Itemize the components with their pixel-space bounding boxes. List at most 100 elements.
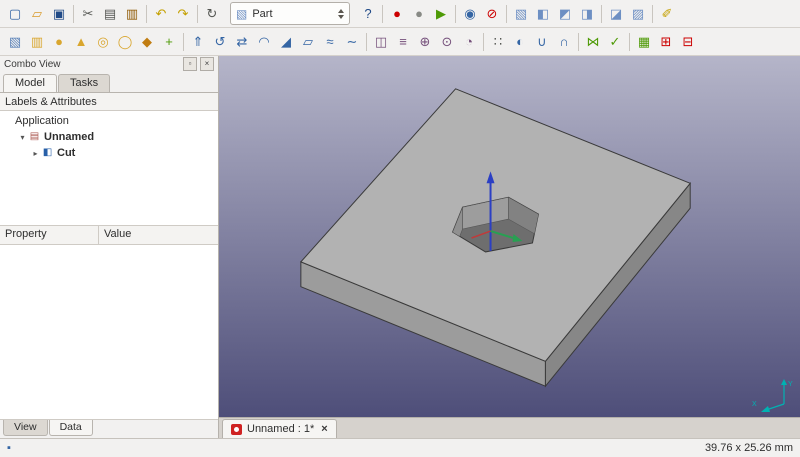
- tab-model[interactable]: Model: [3, 74, 57, 92]
- view-right-button[interactable]: ◨: [576, 3, 598, 25]
- extrude-button[interactable]: ⇑: [187, 31, 209, 53]
- workbench-icon: ▧: [236, 8, 247, 20]
- boolean-intersection-icon: ∩: [559, 35, 568, 48]
- macro-stop-icon: ●: [415, 7, 423, 20]
- view-left-button[interactable]: ▨: [627, 3, 649, 25]
- cut-button[interactable]: ✂: [77, 3, 99, 25]
- part-tube-button[interactable]: ◯: [114, 31, 136, 53]
- part-box-icon: ▧: [9, 35, 21, 48]
- ruled-surface-button[interactable]: ▱: [297, 31, 319, 53]
- cut-icon: ✂: [83, 7, 94, 20]
- redo-button[interactable]: ↷: [172, 3, 194, 25]
- refresh-button[interactable]: ↻: [201, 3, 223, 25]
- tree-item-unnamed[interactable]: ▾▤Unnamed: [0, 129, 218, 145]
- toolbar-separator: [578, 33, 579, 51]
- draw-style-button[interactable]: ⊘: [481, 3, 503, 25]
- property-table-body: [0, 245, 218, 419]
- attachment-button[interactable]: ⊞: [655, 31, 677, 53]
- value-column-header[interactable]: Value: [99, 226, 218, 244]
- combo-view-titlebar: Combo View ▫ ×: [0, 56, 218, 72]
- combo-spinner[interactable]: [338, 9, 344, 19]
- cross-sections-button[interactable]: ≡: [392, 31, 414, 53]
- workbench-selector[interactable]: ▧ Part: [230, 2, 350, 25]
- combo-view-tabs: Model Tasks: [0, 72, 218, 93]
- section-button[interactable]: ◫: [370, 31, 392, 53]
- toolbar-separator: [146, 5, 147, 23]
- whats-this-button[interactable]: ?: [357, 3, 379, 25]
- zoom-fit-all-button[interactable]: ◉: [459, 3, 481, 25]
- view-front-button[interactable]: ◧: [532, 3, 554, 25]
- revolve-icon: ↺: [215, 35, 226, 48]
- spinner-down-icon[interactable]: [338, 15, 344, 19]
- defeaturing-button[interactable]: ⊟: [677, 31, 699, 53]
- document-tab-bar: Unnamed : 1* ×: [219, 417, 800, 438]
- join-split-button[interactable]: ⋈: [582, 31, 604, 53]
- boolean-union-button[interactable]: ∪: [531, 31, 553, 53]
- panel-close-button[interactable]: ×: [200, 57, 214, 71]
- revolve-button[interactable]: ↺: [209, 31, 231, 53]
- open-document-button[interactable]: ▱: [26, 3, 48, 25]
- offset-2d-icon: ⊙: [442, 35, 453, 48]
- document-tab-close-icon[interactable]: ×: [321, 424, 327, 435]
- collapse-icon[interactable]: ▾: [17, 133, 28, 142]
- toolbar-separator: [506, 5, 507, 23]
- copy-button[interactable]: ▤: [99, 3, 121, 25]
- mirror-button[interactable]: ⇄: [231, 31, 253, 53]
- macro-record-icon: ●: [393, 7, 401, 20]
- offset-2d-button[interactable]: ⊙: [436, 31, 458, 53]
- tab-view[interactable]: View: [3, 420, 48, 436]
- check-geometry-button[interactable]: ✓: [604, 31, 626, 53]
- viewport[interactable]: Y X: [219, 56, 800, 417]
- boolean-intersection-button[interactable]: ∩: [553, 31, 575, 53]
- projection-on-surface-button[interactable]: ▦: [633, 31, 655, 53]
- spinner-up-icon[interactable]: [338, 9, 344, 13]
- new-document-button[interactable]: ▢: [4, 3, 26, 25]
- tab-tasks[interactable]: Tasks: [58, 74, 110, 92]
- loft-button[interactable]: ≈: [319, 31, 341, 53]
- view-top-button[interactable]: ◩: [554, 3, 576, 25]
- part-cone-button[interactable]: ▲: [70, 31, 92, 53]
- document-tab[interactable]: Unnamed : 1* ×: [222, 419, 337, 438]
- compound-button[interactable]: ∷: [487, 31, 509, 53]
- macro-record-button[interactable]: ●: [386, 3, 408, 25]
- view-rear-button[interactable]: ◪: [605, 3, 627, 25]
- loft-icon: ≈: [326, 35, 333, 48]
- undo-button[interactable]: ↶: [150, 3, 172, 25]
- thickness-button[interactable]: ◔: [458, 31, 480, 53]
- part-box-button[interactable]: ▧: [4, 31, 26, 53]
- part-torus-button[interactable]: ◎: [92, 31, 114, 53]
- panel-float-button[interactable]: ▫: [183, 57, 197, 71]
- boolean-cut-button[interactable]: ◐: [509, 31, 531, 53]
- macro-execute-button[interactable]: ▶: [430, 3, 452, 25]
- shape-builder-button[interactable]: +: [158, 31, 180, 53]
- paste-button[interactable]: ▥: [121, 3, 143, 25]
- create-primitives-button[interactable]: ◆: [136, 31, 158, 53]
- tree-item-label: Application: [15, 115, 69, 127]
- part-sphere-button[interactable]: ●: [48, 31, 70, 53]
- tree-item-cut[interactable]: ▸◧Cut: [0, 145, 218, 161]
- property-table-header: Property Value: [0, 226, 218, 245]
- part-cylinder-button[interactable]: ▥: [26, 31, 48, 53]
- document-tab-label: Unnamed : 1*: [247, 423, 314, 435]
- status-bar: ▪ 39.76 x 25.26 mm: [0, 438, 800, 457]
- tree-header[interactable]: Labels & Attributes: [0, 93, 218, 111]
- join-split-icon: ⋈: [587, 35, 600, 48]
- save-document-button[interactable]: ▣: [48, 3, 70, 25]
- combo-view-panel: Combo View ▫ × Model Tasks Labels & Attr…: [0, 56, 219, 438]
- view-isometric-button[interactable]: ▧: [510, 3, 532, 25]
- expand-icon[interactable]: ▸: [30, 149, 41, 158]
- sweep-button[interactable]: ∼: [341, 31, 363, 53]
- measure-distance-button[interactable]: ✐: [656, 3, 678, 25]
- offset-3d-button[interactable]: ⊕: [414, 31, 436, 53]
- property-column-header[interactable]: Property: [0, 226, 99, 244]
- fillet-button[interactable]: ◠: [253, 31, 275, 53]
- macro-stop-button[interactable]: ●: [408, 3, 430, 25]
- toolbar-separator: [73, 5, 74, 23]
- nav-x-label: X: [752, 401, 757, 408]
- navigation-axes-indicator: Y X: [750, 372, 796, 414]
- tree-item-application[interactable]: Application: [0, 113, 218, 129]
- tab-data[interactable]: Data: [49, 420, 93, 436]
- 3d-scene[interactable]: [219, 56, 800, 417]
- chamfer-button[interactable]: ◢: [275, 31, 297, 53]
- combo-view-title: Combo View: [4, 59, 61, 70]
